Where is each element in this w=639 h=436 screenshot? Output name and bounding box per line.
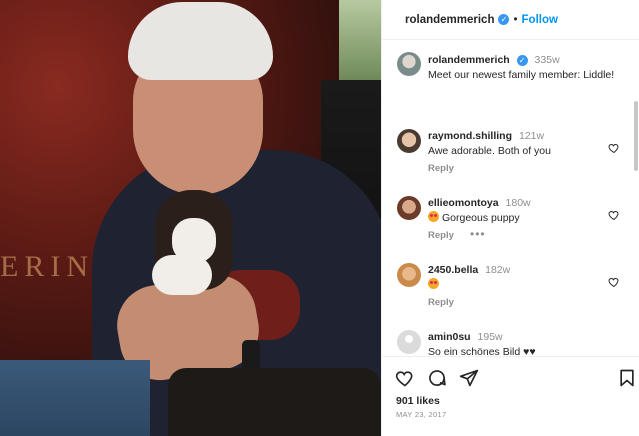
comment-username[interactable]: ellieomontoya xyxy=(428,197,499,209)
header-username[interactable]: rolandemmerich xyxy=(405,14,494,26)
like-heart-icon[interactable] xyxy=(395,368,415,388)
caption-text: Meet our newest family member: Liddle! xyxy=(428,69,615,81)
comment-body: ellieomontoya 180w Gorgeous puppy xyxy=(428,196,608,226)
poster-text: ERIN xyxy=(0,250,94,283)
comment-username[interactable]: raymond.shilling xyxy=(428,130,512,142)
heart-icon[interactable] xyxy=(608,142,620,154)
action-bar: 901 likes MAY 23, 2017 xyxy=(382,356,639,436)
puppy-body xyxy=(152,255,212,295)
comment-text: Awe adorable. Both of you xyxy=(428,145,551,157)
like-count[interactable]: 901 likes xyxy=(396,395,440,407)
post-details-pane: rolandemmerich ✓ • Follow rolandemmerich… xyxy=(381,0,639,436)
comment-time: 121w xyxy=(518,130,545,142)
comment-time: 180w xyxy=(505,197,531,209)
reply-button[interactable]: Reply xyxy=(428,163,454,174)
jeans xyxy=(0,360,150,436)
comment-body: 2450.bella 182w xyxy=(428,263,608,293)
comment-line: Gorgeous puppy xyxy=(428,211,608,226)
comment-text: So ein schönes Bild ♥♥ xyxy=(428,346,536,356)
comment: 2450.bella 182w Reply xyxy=(382,263,639,321)
comment: ellieomontoya 180w Gorgeous puppy Reply … xyxy=(382,196,639,254)
bookmark-icon[interactable] xyxy=(617,368,637,388)
caption: rolandemmerich ✓ 335w Meet our newest fa… xyxy=(428,53,628,83)
post-header: rolandemmerich ✓ • Follow xyxy=(382,0,639,40)
heart-eyes-emoji-icon xyxy=(428,211,439,222)
share-icon[interactable] xyxy=(459,368,479,388)
heart-eyes-emoji-icon xyxy=(428,278,439,289)
follow-button[interactable]: Follow xyxy=(522,14,558,26)
comment-time: 182w xyxy=(485,264,511,276)
comment: amin0su 195w So ein schönes Bild ♥♥ xyxy=(382,330,639,356)
heart-icon[interactable] xyxy=(608,276,620,288)
comment-avatar[interactable] xyxy=(397,129,421,153)
verified-icon: ✓ xyxy=(516,54,528,66)
more-icon[interactable]: ••• xyxy=(470,227,486,241)
verified-icon: ✓ xyxy=(498,14,510,25)
comment-avatar[interactable] xyxy=(397,330,421,354)
comment-body: raymond.shilling 121w Awe adorable. Both… xyxy=(428,129,608,159)
comment-line xyxy=(428,278,608,293)
window-background xyxy=(339,0,381,80)
hair xyxy=(128,2,273,80)
separator-dot: • xyxy=(513,13,518,26)
heart-icon[interactable] xyxy=(608,209,620,221)
comment: raymond.shilling 121w Awe adorable. Both… xyxy=(382,129,639,187)
comments-feed[interactable]: rolandemmerich ✓ 335w Meet our newest fa… xyxy=(382,41,639,356)
caption-avatar[interactable] xyxy=(397,52,421,76)
post-date: MAY 23, 2017 xyxy=(396,410,447,419)
comment-avatar[interactable] xyxy=(397,263,421,287)
reply-button[interactable]: Reply xyxy=(428,230,454,241)
sofa xyxy=(168,368,381,436)
comment-username[interactable]: 2450.bella xyxy=(428,264,478,276)
comment-username[interactable]: amin0su xyxy=(428,331,471,343)
comment-avatar[interactable] xyxy=(397,196,421,220)
comment-body: amin0su 195w So ein schönes Bild ♥♥ xyxy=(428,330,608,356)
caption-time: 335w xyxy=(534,54,560,66)
comment-time: 195w xyxy=(477,331,503,343)
post-photo[interactable]: ERIN xyxy=(0,0,381,436)
comment-icon[interactable] xyxy=(427,368,447,388)
comment-text: Gorgeous puppy xyxy=(442,212,520,224)
reply-button[interactable]: Reply xyxy=(428,297,454,308)
caption-username[interactable]: rolandemmerich xyxy=(428,54,510,66)
